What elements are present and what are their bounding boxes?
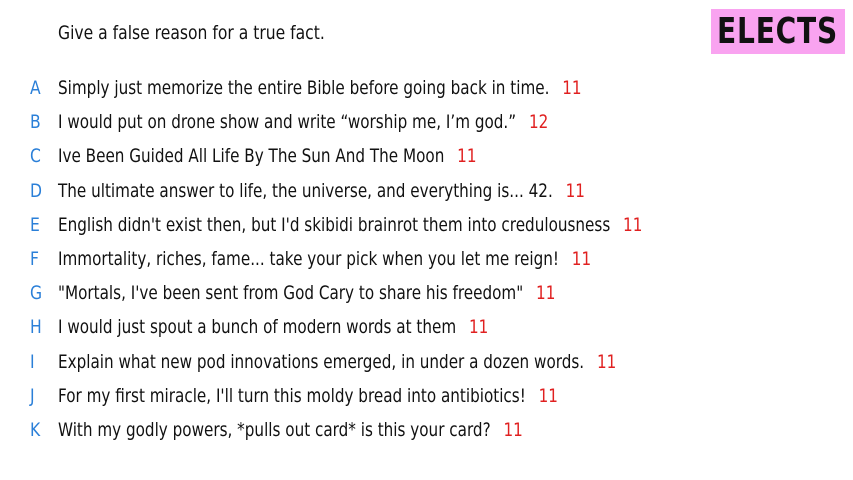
answer-row-f[interactable]: F Immortality, riches, fame... take your…: [0, 246, 853, 280]
answer-letter: H: [30, 316, 42, 339]
elects-badge: ELECTS: [711, 9, 845, 54]
answer-row-j[interactable]: J For my first miracle, I'll turn this m…: [0, 383, 853, 417]
answer-text: English didn't exist then, but I'd skibi…: [58, 213, 611, 236]
prompt-text: Give a false reason for a true fact.: [58, 22, 325, 44]
answer-letter: J: [30, 384, 35, 407]
vote-count: 11: [538, 384, 558, 407]
answer-letter: G: [30, 282, 43, 305]
answer-content: Simply just memorize the entire Bible be…: [58, 77, 582, 99]
answer-content: Immortality, riches, fame... take your p…: [58, 248, 591, 270]
vote-count: 11: [623, 213, 643, 236]
answer-row-a[interactable]: A Simply just memorize the entire Bible …: [0, 75, 853, 109]
answer-text: I would just spout a bunch of modern wor…: [58, 316, 457, 339]
answer-content: "Mortals, I've been sent from God Cary t…: [58, 282, 555, 304]
answer-letter: A: [30, 77, 41, 99]
vote-count: 11: [596, 350, 617, 373]
vote-count: 11: [565, 179, 585, 202]
answer-letter: B: [30, 111, 41, 134]
answer-row-h[interactable]: H I would just spout a bunch of modern w…: [0, 314, 853, 348]
answer-text: With my godly powers, *pulls out card* i…: [58, 418, 491, 441]
vote-count: 12: [528, 111, 549, 134]
answer-row-b[interactable]: B I would put on drone show and write “w…: [0, 109, 853, 143]
answer-text: I would put on drone show and write “wor…: [58, 111, 517, 134]
vote-count: 11: [571, 247, 592, 270]
answer-text: Immortality, riches, fame... take your p…: [58, 247, 559, 270]
answer-row-k[interactable]: K With my godly powers, *pulls out card*…: [0, 417, 853, 451]
elects-badge-label: ELECTS: [717, 10, 839, 52]
vote-count: 11: [457, 145, 477, 168]
vote-count: 11: [536, 282, 556, 305]
answer-letter: C: [30, 145, 41, 168]
answer-content: With my godly powers, *pulls out card* i…: [58, 419, 523, 441]
answer-letter: D: [30, 179, 43, 202]
answer-content: The ultimate answer to life, the univers…: [58, 180, 585, 202]
answer-content: I would just spout a bunch of modern wor…: [58, 316, 488, 338]
answer-text: For my first miracle, I'll turn this mol…: [58, 384, 526, 407]
answer-letter: E: [30, 213, 40, 236]
answer-letter: K: [30, 418, 41, 441]
vote-count: 11: [468, 316, 489, 339]
answer-row-d[interactable]: D The ultimate answer to life, the unive…: [0, 178, 853, 212]
answer-content: For my first miracle, I'll turn this mol…: [58, 385, 558, 407]
vote-count: 11: [503, 418, 523, 441]
answer-content: Ive Been Guided All Life By The Sun And …: [58, 145, 477, 167]
answer-content: I would put on drone show and write “wor…: [58, 111, 548, 133]
answer-letter: I: [30, 350, 35, 373]
vote-count: 11: [562, 77, 582, 99]
answer-row-c[interactable]: C Ive Been Guided All Life By The Sun An…: [0, 143, 853, 177]
answer-text: Ive Been Guided All Life By The Sun And …: [58, 145, 445, 168]
answer-text: "Mortals, I've been sent from God Cary t…: [58, 282, 524, 305]
answer-row-e[interactable]: E English didn't exist then, but I'd ski…: [0, 212, 853, 246]
answer-text: Simply just memorize the entire Bible be…: [58, 77, 550, 99]
answer-row-i[interactable]: I Explain what new pod innovations emerg…: [0, 349, 853, 383]
answer-content: Explain what new pod innovations emerged…: [58, 351, 616, 373]
answer-text: Explain what new pod innovations emerged…: [58, 350, 585, 373]
answer-text: The ultimate answer to life, the univers…: [58, 179, 553, 202]
answer-content: English didn't exist then, but I'd skibi…: [58, 214, 642, 236]
answer-row-g[interactable]: G "Mortals, I've been sent from God Cary…: [0, 280, 853, 314]
answer-letter: F: [30, 247, 39, 270]
answer-list: A Simply just memorize the entire Bible …: [0, 75, 853, 451]
